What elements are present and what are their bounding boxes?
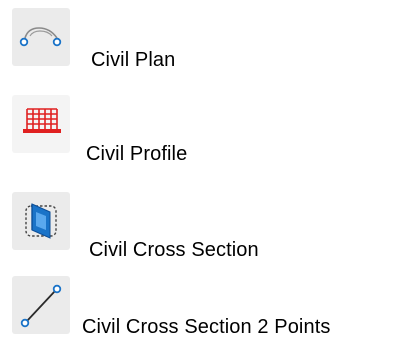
tool-label-civil-plan: Civil Plan: [91, 49, 176, 71]
tool-civil-profile[interactable]: Civil Profile: [0, 88, 398, 165]
civil-profile-icon[interactable]: [12, 95, 70, 153]
tool-civil-cross-section-2-points[interactable]: Civil Cross Section 2 Points: [0, 264, 398, 338]
tool-label-civil-cross-section-2-points: Civil Cross Section 2 Points: [82, 316, 331, 338]
tool-civil-cross-section[interactable]: Civil Cross Section: [0, 186, 398, 261]
civil-cross-section-icon[interactable]: [12, 192, 70, 250]
civil-cross-section-2-points-icon[interactable]: [12, 276, 70, 334]
tool-label-civil-cross-section: Civil Cross Section: [89, 239, 259, 261]
tool-civil-plan[interactable]: Civil Plan: [0, 0, 398, 71]
civil-plan-icon[interactable]: [12, 8, 70, 66]
tool-label-civil-profile: Civil Profile: [86, 143, 188, 165]
